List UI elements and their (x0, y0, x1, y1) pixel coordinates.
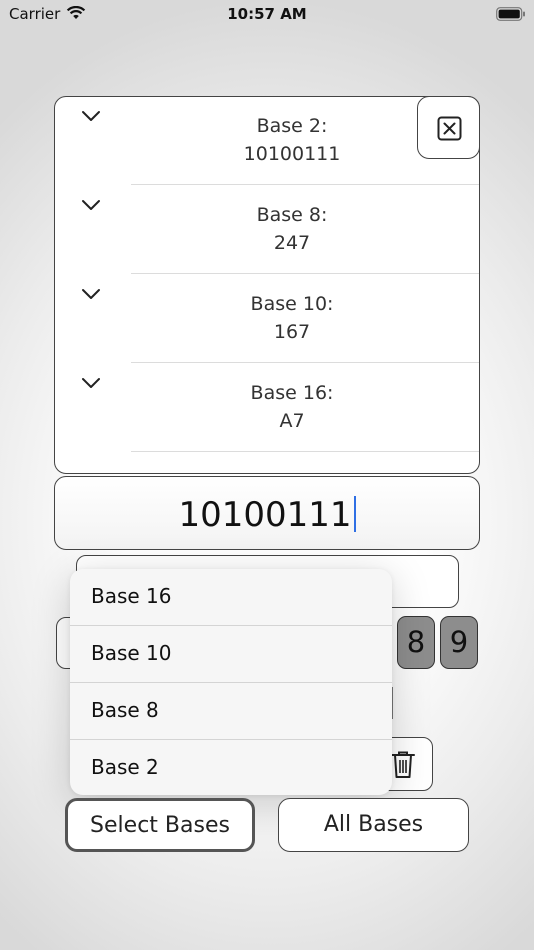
all-bases-button[interactable]: All Bases (278, 798, 469, 852)
chevron-down-icon[interactable] (81, 288, 101, 300)
chevron-down-icon[interactable] (81, 110, 101, 122)
result-value: A7 (279, 410, 305, 432)
number-input-value: 10100111 (178, 495, 352, 535)
result-value: 10100111 (243, 143, 341, 165)
row-divider (131, 362, 479, 363)
close-square-icon (437, 116, 462, 141)
menu-item-label: Base 10 (91, 641, 172, 665)
results-panel[interactable]: Base 2: 10100111 Base 8: 247 Base 10: 16… (54, 96, 480, 474)
result-row-base-10[interactable]: Base 10: 167 (55, 275, 479, 364)
menu-item-label: Base 16 (91, 584, 172, 608)
keypad-edge (392, 687, 393, 719)
number-input[interactable]: 10100111 (54, 476, 480, 550)
result-label: Base 2: (256, 115, 328, 137)
result-row-base-16[interactable]: Base 16: A7 (55, 364, 479, 453)
close-button[interactable] (417, 96, 480, 159)
menu-item-label: Base 8 (91, 698, 159, 722)
result-value: 167 (273, 321, 311, 343)
result-label: Base 8: (256, 204, 328, 226)
status-bar: Carrier 10:57 AM (0, 0, 534, 28)
text-caret (353, 496, 356, 532)
digit-key-8[interactable]: 8 (397, 616, 435, 669)
battery-icon (496, 7, 525, 21)
menu-item-base-10[interactable]: Base 10 (70, 626, 392, 682)
result-row-base-8[interactable]: Base 8: 247 (55, 186, 479, 275)
clock: 10:57 AM (227, 5, 307, 23)
row-divider (131, 451, 479, 452)
menu-item-label: Base 2 (91, 755, 159, 779)
digit-key-9[interactable]: 9 (440, 616, 478, 669)
result-label: Base 16: (250, 382, 334, 404)
row-divider (131, 273, 479, 274)
row-divider (131, 184, 479, 185)
result-label: Base 10: (250, 293, 334, 315)
result-row-base-2[interactable]: Base 2: 10100111 (55, 97, 479, 186)
result-value: 247 (273, 232, 311, 254)
bases-menu[interactable]: Base 16 Base 10 Base 8 Base 2 (70, 569, 392, 795)
trash-icon (391, 751, 415, 778)
menu-item-base-8[interactable]: Base 8 (70, 683, 392, 739)
chevron-down-icon[interactable] (81, 377, 101, 389)
select-bases-button[interactable]: Select Bases (65, 798, 255, 852)
menu-item-base-16[interactable]: Base 16 (70, 569, 392, 625)
chevron-down-icon[interactable] (81, 199, 101, 211)
menu-item-base-2[interactable]: Base 2 (70, 740, 392, 795)
